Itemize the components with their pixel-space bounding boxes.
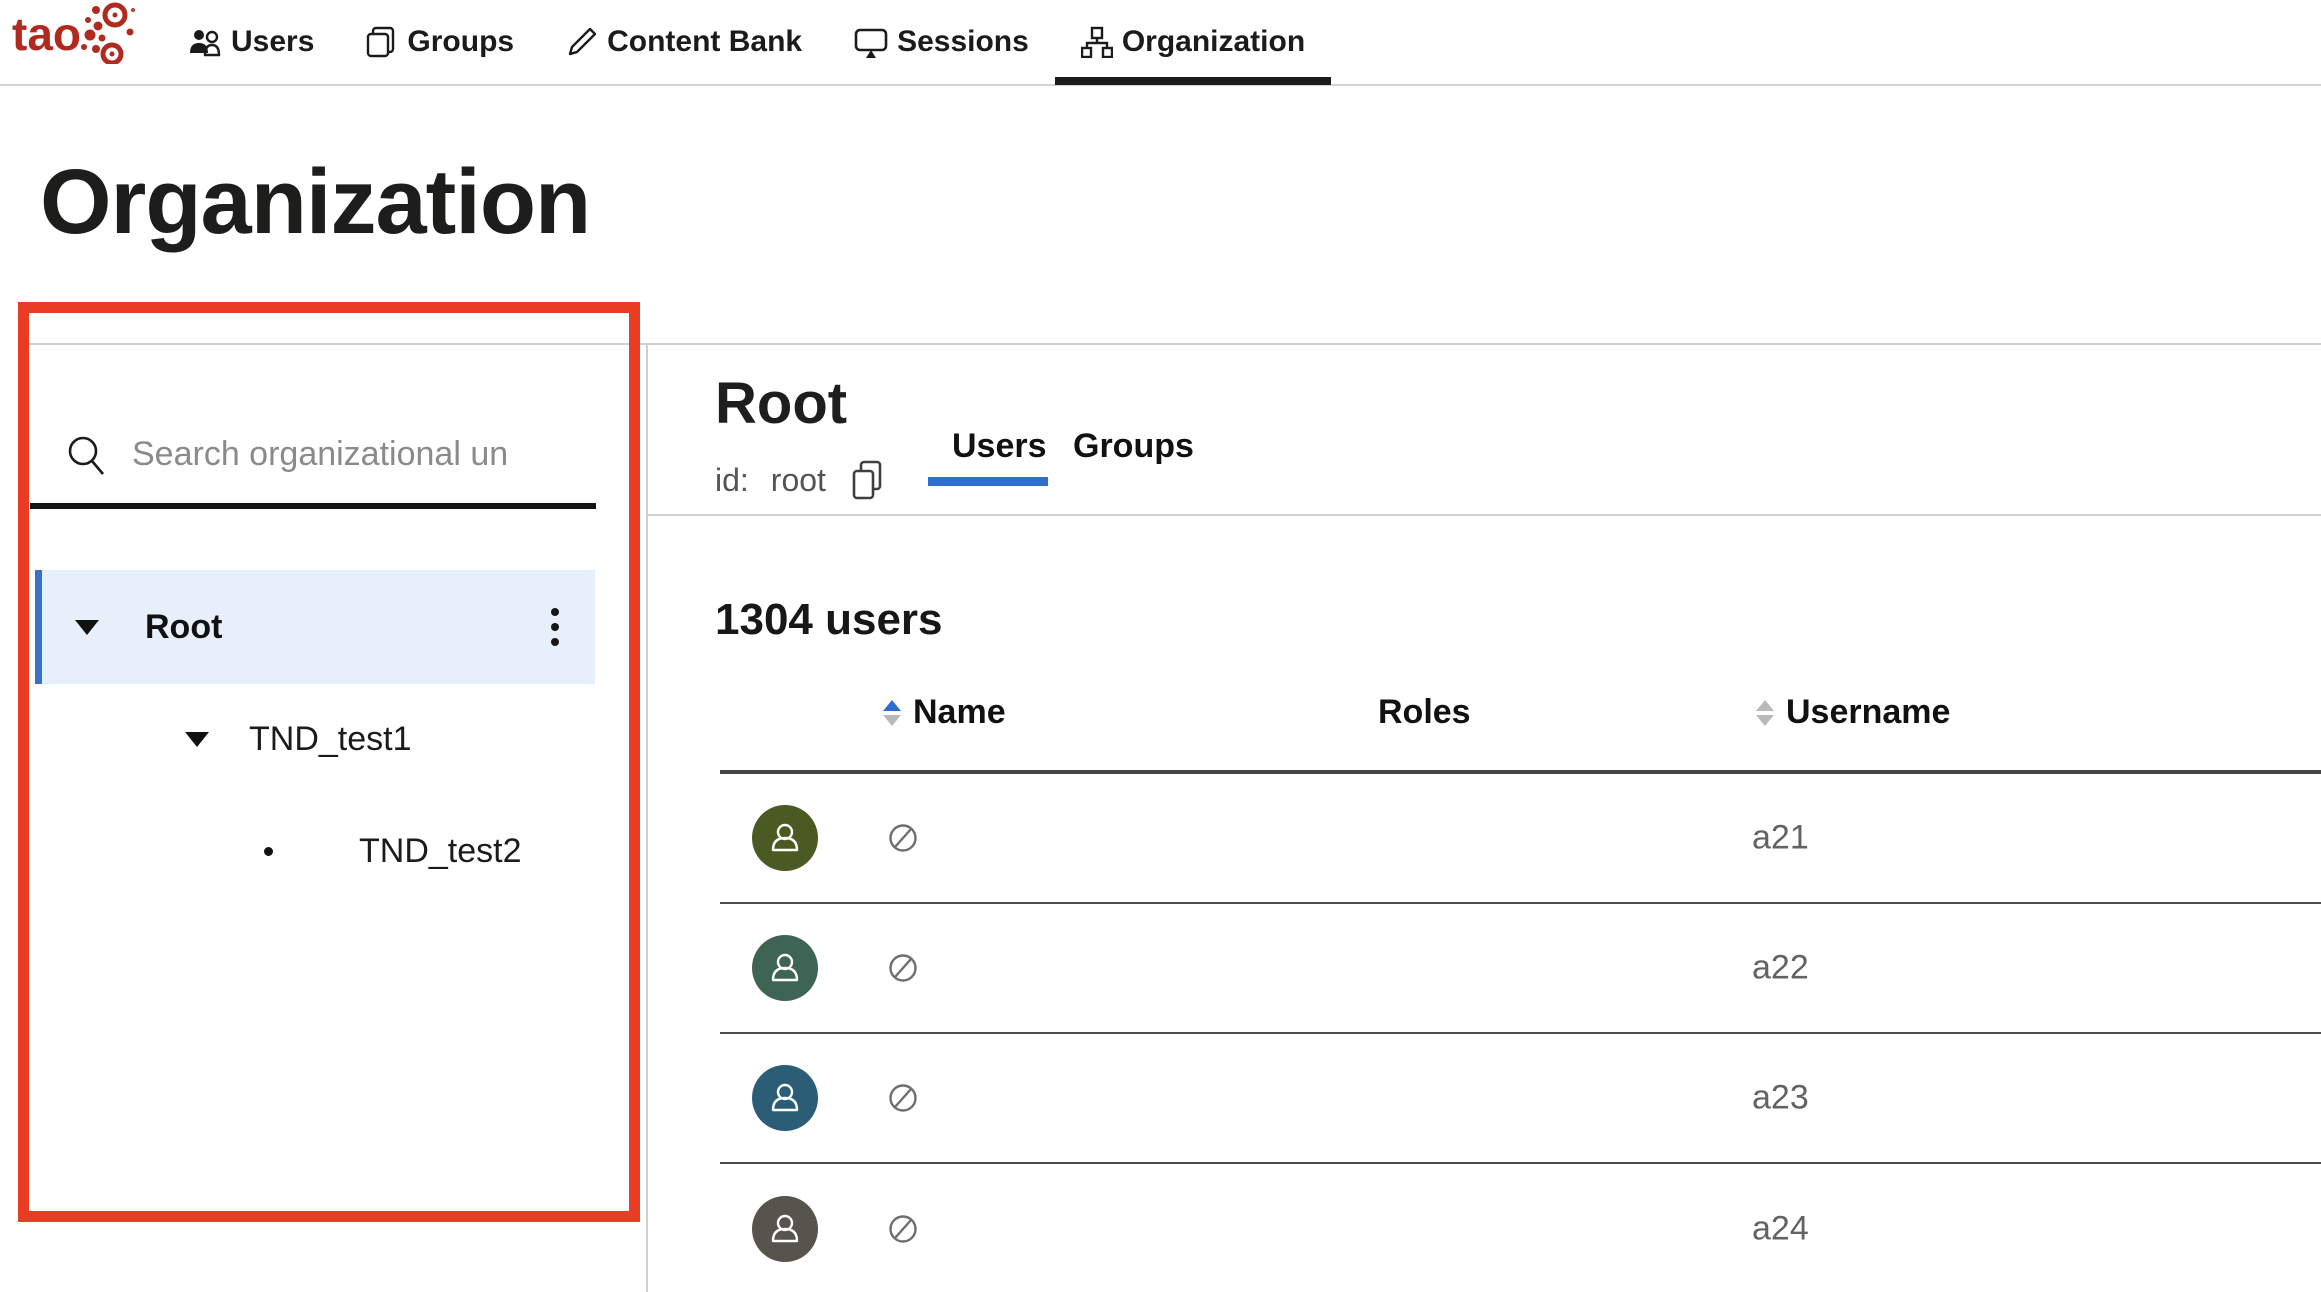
selected-indicator [35,570,42,684]
column-header-roles: Roles [1378,693,1471,732]
tree-item-label: TND_test2 [359,832,522,871]
column-label: Username [1786,693,1950,732]
sort-icon [1756,700,1774,726]
id-label: id: [715,462,749,499]
top-nav: tao [0,0,2321,86]
content-bank-icon [566,26,598,58]
avatar [752,1196,818,1262]
table-header: Name Roles Username [648,693,2321,733]
tab-users[interactable]: Users [952,427,1047,466]
tree-item-tnd-test2[interactable]: TND_test2 [35,806,595,896]
nav-item-organization[interactable]: Organization [1055,0,1331,85]
bullet-icon [264,847,273,856]
sort-icon [883,700,901,726]
tree-search [0,345,646,510]
user-count: 1304 users [715,595,943,645]
person-icon [766,949,804,987]
sessions-icon [854,27,888,58]
avatar [752,805,818,871]
organization-page: tao [0,0,2321,1292]
username-cell: a21 [1752,819,1809,858]
org-name-heading: Root [715,370,847,437]
kebab-menu-icon[interactable] [551,601,561,653]
avatar [752,935,818,1001]
svg-text:tao: tao [12,8,81,60]
table-row[interactable]: a24 [720,1164,2321,1292]
blocked-name-icon [888,1214,918,1244]
org-id-row: id: root [715,460,884,500]
nav-item-groups[interactable]: Groups [340,0,540,85]
blocked-name-icon [888,823,918,853]
tree-item-label: TND_test1 [249,720,412,759]
caret-down-icon[interactable] [185,732,209,747]
username-cell: a23 [1752,1079,1809,1118]
groups-icon [366,26,398,58]
id-value: root [771,462,826,499]
nav-item-label: Users [231,25,314,59]
nav-item-users[interactable]: Users [162,0,340,85]
nav-item-label: Content Bank [607,25,802,59]
search-underline [30,503,596,509]
caret-down-icon[interactable] [75,620,99,635]
table-row[interactable]: a22 [720,904,2321,1034]
user-table-body: a21 a22 [720,774,2321,1292]
username-cell: a22 [1752,949,1809,988]
nav-item-content-bank[interactable]: Content Bank [540,0,828,85]
column-label: Name [913,693,1006,732]
blocked-name-icon [888,1083,918,1113]
active-tab-underline [928,477,1048,486]
search-input[interactable] [132,429,510,479]
table-row[interactable]: a21 [720,774,2321,904]
org-tree-panel: Root TND_test1 TND_test2 [0,345,646,1292]
avatar [752,1065,818,1131]
search-icon [64,433,108,479]
org-detail-panel: Root id: root Users Groups 1304 users Na… [648,345,2321,1292]
column-header-name[interactable]: Name [883,693,1006,732]
organization-icon [1081,26,1113,58]
nav-item-sessions[interactable]: Sessions [828,0,1055,85]
person-icon [766,819,804,857]
tree-item-tnd-test1[interactable]: TND_test1 [35,694,595,784]
nav-item-label: Sessions [897,25,1029,59]
username-cell: a24 [1752,1210,1809,1249]
tree-item-label: Root [145,608,222,647]
users-icon [188,27,222,57]
column-header-username[interactable]: Username [1756,693,1950,732]
tabs-divider [648,514,2321,516]
tao-logo[interactable]: tao [12,2,142,64]
person-icon [766,1079,804,1117]
tab-groups[interactable]: Groups [1073,427,1194,466]
page-title: Organization [40,150,590,255]
column-label: Roles [1378,693,1471,732]
person-icon [766,1210,804,1248]
copy-icon[interactable] [850,460,884,500]
tree-item-root[interactable]: Root [35,570,595,684]
nav-item-label: Organization [1122,25,1305,59]
table-row[interactable]: a23 [720,1034,2321,1164]
blocked-name-icon [888,953,918,983]
nav-item-label: Groups [407,25,514,59]
